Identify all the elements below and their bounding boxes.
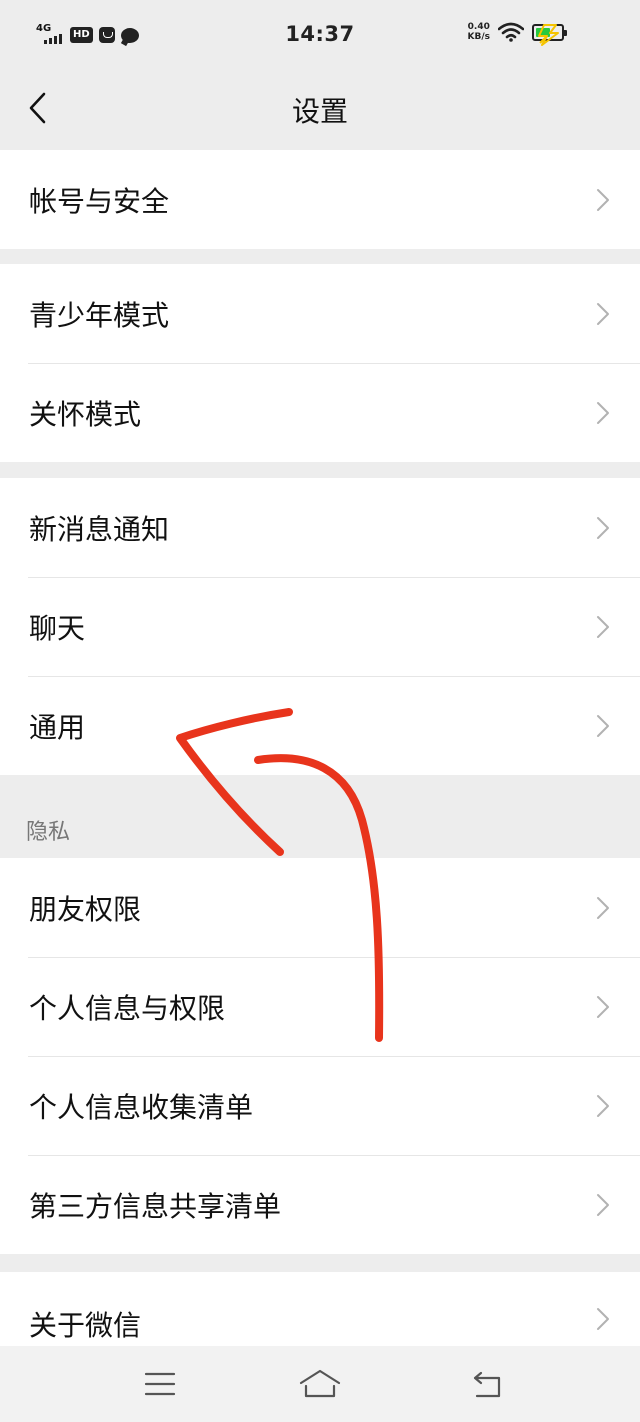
wifi-icon (498, 22, 524, 42)
home-button[interactable] (298, 1366, 342, 1402)
charging-icon (538, 24, 559, 46)
settings-item-personal-info-collection[interactable]: 个人信息收集清单 (0, 1056, 640, 1155)
chevron-right-icon (597, 1193, 609, 1216)
home-icon (299, 1369, 341, 1398)
chevron-right-icon (597, 302, 609, 325)
settings-item-account-security[interactable]: 帐号与安全 (0, 150, 640, 249)
settings-group-general: 新消息通知 聊天 通用 (0, 478, 640, 775)
section-header-privacy: 隐私 (26, 820, 71, 845)
settings-item-label: 关于微信 (29, 1309, 142, 1342)
system-nav-bar (0, 1346, 640, 1422)
settings-item-label: 青少年模式 (29, 298, 170, 332)
settings-item-general[interactable]: 通用 (0, 676, 640, 775)
settings-item-label: 个人信息收集清单 (29, 1090, 254, 1124)
settings-item-about[interactable]: 关于微信 (0, 1272, 640, 1346)
chevron-right-icon (597, 401, 609, 424)
settings-item-chat[interactable]: 聊天 (0, 577, 640, 676)
recent-apps-button[interactable] (138, 1366, 182, 1402)
settings-group-modes: 青少年模式 关怀模式 (0, 264, 640, 462)
settings-item-notifications[interactable]: 新消息通知 (0, 478, 640, 577)
chevron-right-icon (597, 516, 609, 539)
settings-item-label: 帐号与安全 (29, 184, 170, 218)
chevron-right-icon (597, 896, 609, 919)
settings-item-teen-mode[interactable]: 青少年模式 (0, 264, 640, 363)
status-bar: 4G HD 14:37 0.40 KB/s (0, 0, 640, 72)
system-back-button[interactable] (466, 1366, 510, 1402)
settings-group-account: 帐号与安全 (0, 150, 640, 249)
settings-item-third-party-sharing[interactable]: 第三方信息共享清单 (0, 1155, 640, 1254)
settings-item-label: 新消息通知 (29, 512, 170, 546)
chevron-right-icon (597, 188, 609, 211)
settings-item-label: 通用 (29, 710, 86, 744)
settings-group-about: 关于微信 (0, 1272, 640, 1346)
nav-bar: 设置 (0, 72, 640, 150)
network-speed: 0.40 KB/s (468, 22, 490, 42)
chevron-right-icon (597, 995, 609, 1018)
settings-item-label: 聊天 (29, 611, 86, 645)
settings-item-friend-permissions[interactable]: 朋友权限 (0, 858, 640, 957)
chevron-right-icon (597, 714, 609, 737)
menu-icon (144, 1372, 176, 1396)
return-icon (473, 1371, 501, 1398)
settings-item-label: 朋友权限 (29, 892, 142, 926)
settings-item-label: 第三方信息共享清单 (29, 1189, 282, 1223)
speed-value: 0.40 (467, 22, 490, 32)
settings-item-label: 个人信息与权限 (29, 991, 226, 1025)
settings-group-privacy: 朋友权限 个人信息与权限 个人信息收集清单 第三方信息共享清单 (0, 858, 640, 1254)
settings-item-label: 关怀模式 (29, 397, 142, 431)
page-title: 设置 (291, 95, 348, 128)
settings-item-care-mode[interactable]: 关怀模式 (0, 363, 640, 462)
chevron-right-icon (597, 1308, 609, 1330)
chevron-right-icon (597, 1094, 609, 1117)
settings-item-personal-info-permissions[interactable]: 个人信息与权限 (0, 957, 640, 1056)
speed-unit: KB/s (467, 32, 490, 42)
chevron-right-icon (597, 615, 609, 638)
